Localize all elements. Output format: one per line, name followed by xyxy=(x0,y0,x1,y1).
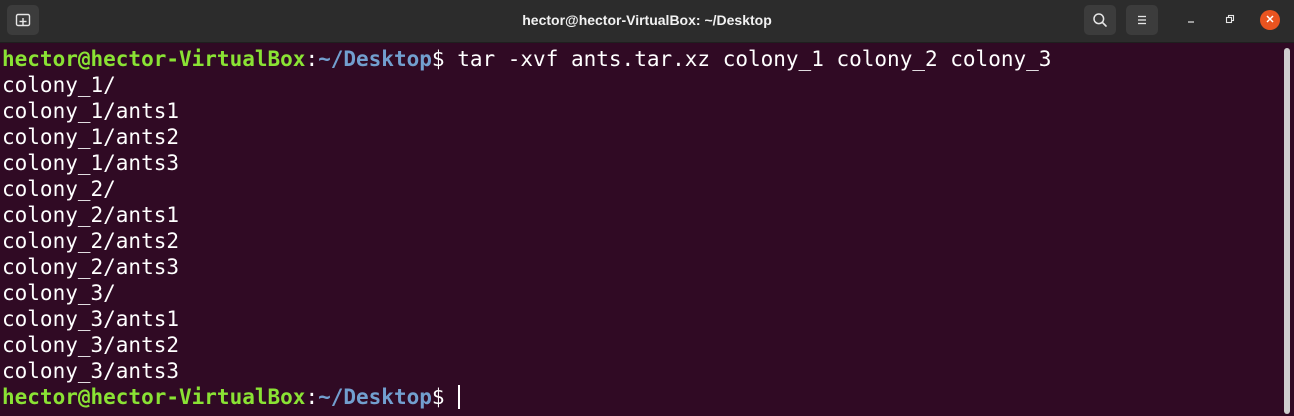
command-line: hector@hector-VirtualBox:~/Desktop$ tar … xyxy=(2,46,1051,72)
command-text: tar -xvf ants.tar.xz colony_1 colony_2 c… xyxy=(444,47,1052,71)
maximize-button[interactable] xyxy=(1220,10,1240,30)
close-icon xyxy=(1265,11,1275,29)
output-line: colony_1/ants3 xyxy=(2,151,180,175)
minimize-button[interactable] xyxy=(1181,10,1201,30)
output-line: colony_3/ants3 xyxy=(2,359,180,383)
prompt-path: ~/Desktop xyxy=(318,385,432,409)
output-line: colony_2/ants3 xyxy=(2,255,180,279)
terminal-output[interactable]: hector@hector-VirtualBox:~/Desktop$ tar … xyxy=(0,44,1282,416)
hamburger-menu-icon xyxy=(1135,13,1149,27)
prompt-separator: : xyxy=(305,47,319,71)
output-line: colony_3/ xyxy=(2,281,116,305)
output-line: colony_2/ xyxy=(2,177,116,201)
maximize-icon xyxy=(1225,11,1235,29)
prompt-user-host: hector@hector-VirtualBox xyxy=(2,47,306,71)
output-line: colony_1/ants2 xyxy=(2,125,180,149)
output-line: colony_2/ants1 xyxy=(2,203,180,227)
prompt-symbol: $ xyxy=(431,47,445,71)
prompt-user-host: hector@hector-VirtualBox xyxy=(2,385,306,409)
prompt-separator: : xyxy=(305,385,319,409)
scrollbar[interactable] xyxy=(1284,48,1290,414)
search-button[interactable] xyxy=(1084,5,1116,35)
output-line: colony_2/ants2 xyxy=(2,229,180,253)
output-line: colony_3/ants1 xyxy=(2,307,180,331)
prompt-symbol: $ xyxy=(431,385,445,409)
minimize-icon xyxy=(1186,11,1196,29)
title-bar[interactable]: hector@hector-VirtualBox: ~/Desktop xyxy=(0,0,1294,43)
text-cursor xyxy=(458,385,461,409)
output-line: colony_1/ xyxy=(2,73,116,97)
search-icon xyxy=(1092,12,1108,28)
active-prompt-line[interactable]: hector@hector-VirtualBox:~/Desktop$ xyxy=(2,384,461,410)
output-line: colony_1/ants1 xyxy=(2,99,180,123)
output-line: colony_3/ants2 xyxy=(2,333,180,357)
terminal-window: hector@hector-VirtualBox: ~/Desktop hect… xyxy=(0,0,1294,416)
close-button[interactable] xyxy=(1260,10,1280,30)
prompt-path: ~/Desktop xyxy=(318,47,432,71)
menu-button[interactable] xyxy=(1126,5,1158,35)
